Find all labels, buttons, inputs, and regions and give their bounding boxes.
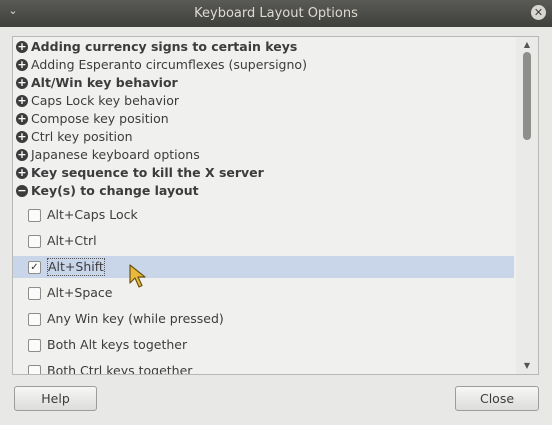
section-row-japanese[interactable]: + Japanese keyboard options xyxy=(13,146,514,164)
expand-icon[interactable]: + xyxy=(16,95,28,107)
option-row-both-ctrl[interactable]: Both Ctrl keys together xyxy=(13,360,514,375)
option-row-alt-caps-lock[interactable]: Alt+Caps Lock xyxy=(13,204,514,226)
option-label: Any Win key (while pressed) xyxy=(47,311,224,326)
section-row-currency[interactable]: + Adding currency signs to certain keys xyxy=(13,38,514,56)
title-bar: ⌄ Keyboard Layout Options ✕ xyxy=(0,0,552,27)
section-row-caps-lock[interactable]: + Caps Lock key behavior xyxy=(13,92,514,110)
options-tree[interactable]: + Adding currency signs to certain keys … xyxy=(12,36,539,375)
scroll-up-icon[interactable]: ▲ xyxy=(516,38,538,52)
section-label: Ctrl key position xyxy=(31,129,133,144)
option-label: Both Alt keys together xyxy=(47,337,188,352)
close-window-icon[interactable]: ✕ xyxy=(531,5,546,20)
option-row-alt-space[interactable]: Alt+Space xyxy=(13,282,514,304)
section-row-compose[interactable]: + Compose key position xyxy=(13,110,514,128)
mouse-pointer-icon xyxy=(129,264,146,288)
section-row-change-layout[interactable]: − Key(s) to change layout xyxy=(13,182,514,200)
expand-icon[interactable]: + xyxy=(16,77,28,89)
section-label: Compose key position xyxy=(31,111,169,126)
section-label: Key sequence to kill the X server xyxy=(31,165,264,180)
expand-icon[interactable]: + xyxy=(16,131,28,143)
checkbox-checked[interactable]: ✓ xyxy=(28,261,41,274)
section-label: Japanese keyboard options xyxy=(31,147,200,162)
section-row-esperanto[interactable]: + Adding Esperanto circumflexes (supersi… xyxy=(13,56,514,74)
help-button[interactable]: Help xyxy=(14,386,97,411)
window-title: Keyboard Layout Options xyxy=(194,6,358,21)
checkbox[interactable] xyxy=(28,313,41,326)
checkbox[interactable] xyxy=(28,235,41,248)
section-row-kill-x[interactable]: + Key sequence to kill the X server xyxy=(13,164,514,182)
section-label: Caps Lock key behavior xyxy=(31,93,180,108)
checkbox[interactable] xyxy=(28,209,41,222)
expand-icon[interactable]: + xyxy=(16,59,28,71)
expand-icon[interactable]: + xyxy=(16,149,28,161)
section-row-ctrl[interactable]: + Ctrl key position xyxy=(13,128,514,146)
checkbox[interactable] xyxy=(28,287,41,300)
scrollbar-thumb[interactable] xyxy=(523,52,531,140)
scroll-down-icon[interactable]: ▼ xyxy=(516,359,538,373)
option-row-any-win[interactable]: Any Win key (while pressed) xyxy=(13,308,514,330)
expand-icon[interactable]: + xyxy=(16,167,28,179)
option-row-alt-ctrl[interactable]: Alt+Ctrl xyxy=(13,230,514,252)
expand-icon[interactable]: + xyxy=(16,113,28,125)
option-row-both-alt[interactable]: Both Alt keys together xyxy=(13,334,514,356)
checkbox[interactable] xyxy=(28,339,41,352)
section-label: Key(s) to change layout xyxy=(31,183,199,198)
option-label: Alt+Caps Lock xyxy=(47,207,138,222)
section-label: Adding currency signs to certain keys xyxy=(31,39,298,54)
option-label: Alt+Shift xyxy=(47,258,105,276)
option-label: Both Ctrl keys together xyxy=(47,363,193,375)
expand-icon[interactable]: + xyxy=(16,41,28,53)
close-button[interactable]: Close xyxy=(455,386,539,411)
option-row-alt-shift[interactable]: ✓ Alt+Shift xyxy=(13,256,514,278)
option-label: Alt+Ctrl xyxy=(47,233,97,248)
collapse-icon[interactable]: − xyxy=(16,185,28,197)
option-label: Alt+Space xyxy=(47,285,113,300)
section-label: Adding Esperanto circumflexes (supersign… xyxy=(31,57,307,72)
vertical-scrollbar[interactable]: ▲ ▼ xyxy=(516,37,538,374)
checkbox[interactable] xyxy=(28,365,41,374)
section-row-alt-win[interactable]: + Alt/Win key behavior xyxy=(13,74,514,92)
section-label: Alt/Win key behavior xyxy=(31,75,178,90)
